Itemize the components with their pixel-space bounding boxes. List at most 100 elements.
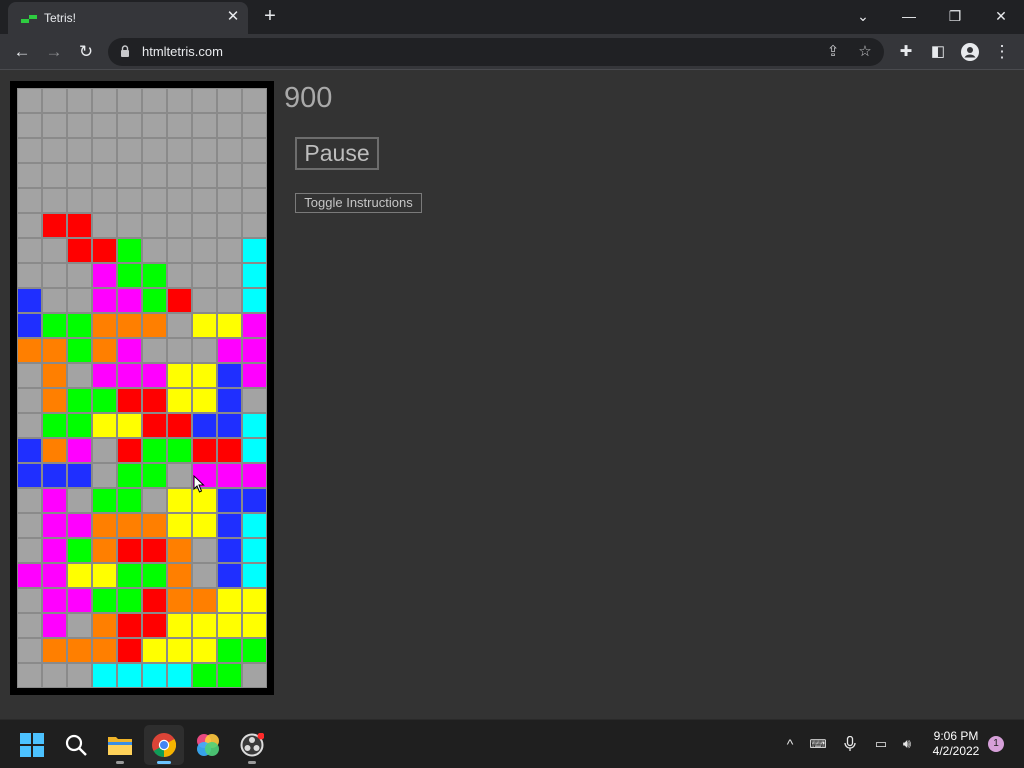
board-cell-empty	[17, 138, 42, 163]
board-cell-filled	[142, 388, 167, 413]
board-cell-filled	[92, 313, 117, 338]
board-cell-filled	[142, 538, 167, 563]
window-close-icon[interactable]: ✕	[987, 4, 1015, 28]
notification-badge[interactable]: 1	[988, 736, 1004, 752]
board-cell-empty	[142, 213, 167, 238]
plus-icon[interactable]: +	[258, 5, 282, 29]
board-cell-empty	[17, 163, 42, 188]
board-cell-filled	[17, 463, 42, 488]
board-cell-empty	[17, 488, 42, 513]
network-icon[interactable]: ▭	[871, 734, 891, 754]
board-cell-filled	[242, 238, 267, 263]
toggle-instructions-button[interactable]: Toggle Instructions	[295, 193, 422, 213]
board-cell-empty	[42, 238, 67, 263]
board-cell-filled	[167, 513, 192, 538]
board-cell-empty	[192, 238, 217, 263]
board-cell-empty	[167, 213, 192, 238]
clock-date: 4/2/2022	[932, 744, 980, 758]
keyboard-icon[interactable]: ⌨	[808, 734, 828, 754]
board-cell-empty	[92, 438, 117, 463]
board-cell-empty	[217, 263, 242, 288]
board-cell-filled	[42, 563, 67, 588]
board-cell-empty	[42, 288, 67, 313]
board-cell-empty	[217, 238, 242, 263]
board-cell-empty	[117, 88, 142, 113]
board-cell-filled	[167, 588, 192, 613]
tab-search-icon[interactable]: ⌄	[849, 4, 877, 28]
microphone-icon[interactable]	[840, 734, 860, 754]
board-cell-filled	[117, 363, 142, 388]
board-cell-filled	[167, 613, 192, 638]
board-cell-filled	[217, 363, 242, 388]
restore-icon[interactable]: ❐	[941, 4, 969, 28]
board-cell-empty	[42, 663, 67, 688]
board-cell-empty	[17, 638, 42, 663]
board-cell-filled	[217, 613, 242, 638]
board-cell-filled	[42, 438, 67, 463]
obs-studio-icon[interactable]	[232, 725, 272, 765]
board-cell-filled	[242, 313, 267, 338]
board-cell-filled	[142, 638, 167, 663]
taskbar: ^ ⌨ ▭ 🔊︎ 9:06 PM 4/2/2022 1	[0, 719, 1024, 768]
running-indicator	[248, 761, 256, 764]
board-cell-filled	[242, 638, 267, 663]
board-cell-empty	[92, 163, 117, 188]
board-cell-filled	[242, 563, 267, 588]
windows-start-icon[interactable]	[12, 725, 52, 765]
board-cell-empty	[67, 113, 92, 138]
chevron-up-icon[interactable]: ^	[780, 734, 800, 754]
board-cell-empty	[242, 388, 267, 413]
board-cell-empty	[242, 113, 267, 138]
board-cell-filled	[117, 463, 142, 488]
address-bar[interactable]: htmltetris.com ⇪ ☆	[108, 38, 884, 66]
board-cell-filled	[242, 538, 267, 563]
board-cell-filled	[242, 488, 267, 513]
board-cell-filled	[17, 563, 42, 588]
tetris-favicon-icon	[21, 13, 37, 25]
profile-icon[interactable]	[957, 39, 983, 65]
game-board[interactable]	[17, 88, 267, 688]
board-cell-filled	[67, 563, 92, 588]
arrow-right-icon[interactable]: →	[41, 39, 67, 65]
board-cell-filled	[67, 438, 92, 463]
arrow-left-icon[interactable]: ←	[9, 39, 35, 65]
board-cell-filled	[67, 463, 92, 488]
puzzle-icon[interactable]: ✚	[893, 39, 919, 65]
kebab-menu-icon[interactable]: ⋮	[989, 39, 1015, 65]
search-icon[interactable]	[56, 725, 96, 765]
board-cell-filled	[142, 563, 167, 588]
volume-icon[interactable]: 🔊︎	[897, 734, 917, 754]
side-panel-icon[interactable]: ◧	[925, 39, 951, 65]
board-cell-filled	[192, 663, 217, 688]
photos-icon[interactable]	[188, 725, 228, 765]
board-cell-filled	[142, 463, 167, 488]
pause-button[interactable]: Pause	[295, 137, 379, 170]
star-icon[interactable]: ☆	[854, 41, 876, 63]
board-cell-empty	[142, 238, 167, 263]
board-cell-filled	[17, 313, 42, 338]
board-cell-empty	[42, 163, 67, 188]
board-cell-empty	[242, 163, 267, 188]
board-cell-filled	[67, 213, 92, 238]
board-cell-filled	[92, 563, 117, 588]
board-cell-empty	[17, 113, 42, 138]
board-cell-filled	[67, 538, 92, 563]
board-cell-filled	[42, 313, 67, 338]
board-cell-filled	[67, 513, 92, 538]
file-explorer-icon[interactable]	[100, 725, 140, 765]
board-cell-filled	[117, 238, 142, 263]
share-icon[interactable]: ⇪	[822, 41, 844, 63]
board-cell-empty	[117, 163, 142, 188]
browser-tab[interactable]: Tetris! ✕	[8, 2, 248, 34]
system-clock[interactable]: 9:06 PM 4/2/2022	[928, 729, 984, 759]
chrome-icon[interactable]	[144, 725, 184, 765]
board-cell-empty	[167, 188, 192, 213]
minimize-icon[interactable]: —	[895, 4, 923, 28]
close-icon[interactable]: ✕	[224, 8, 242, 26]
clock-time: 9:06 PM	[933, 729, 979, 743]
board-cell-filled	[242, 363, 267, 388]
board-cell-empty	[42, 88, 67, 113]
board-cell-filled	[242, 288, 267, 313]
board-cell-filled	[117, 388, 142, 413]
reload-icon[interactable]: ↻	[73, 39, 99, 65]
